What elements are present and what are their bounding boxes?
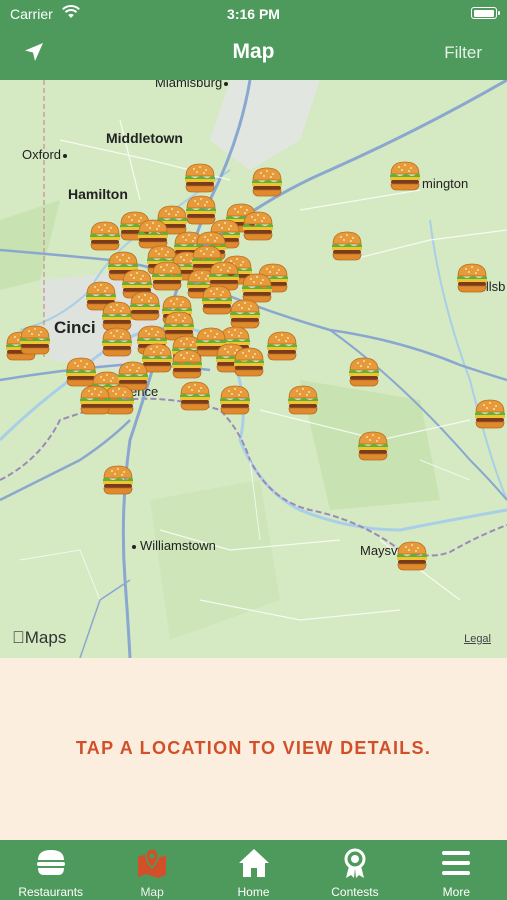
apple-logo-icon:  (12, 628, 25, 647)
tab-map[interactable]: Map (101, 840, 202, 900)
restaurant-marker[interactable] (232, 346, 266, 378)
town-label: Cinci (54, 318, 96, 337)
town-label: Williamstown (130, 538, 216, 553)
restaurant-marker[interactable] (241, 210, 275, 242)
restaurant-marker[interactable] (356, 430, 390, 462)
legal-link[interactable]: Legal (464, 633, 491, 645)
tab-more[interactable]: More (406, 840, 507, 900)
restaurant-marker[interactable] (265, 330, 299, 362)
restaurant-marker[interactable] (218, 384, 252, 416)
town-label: Miamisburg (155, 80, 229, 90)
tab-label: Contests (331, 885, 379, 899)
award-ribbon-icon (344, 848, 366, 878)
map-view[interactable]: Miamisburg Middletown Oxford Hamilton mi… (0, 80, 507, 658)
restaurant-marker[interactable] (150, 260, 184, 292)
restaurant-marker[interactable] (250, 166, 284, 198)
restaurant-marker[interactable] (178, 380, 212, 412)
burger-icon (36, 850, 65, 875)
tab-contests[interactable]: Contests (304, 840, 405, 900)
menu-icon (442, 851, 471, 875)
restaurant-marker[interactable] (128, 290, 162, 322)
details-panel: TAP A LOCATION TO VIEW DETAILS. (0, 658, 507, 840)
tab-label: Restaurants (18, 885, 84, 899)
restaurant-marker[interactable] (170, 348, 204, 380)
nav-bar: Map Filter (0, 28, 507, 80)
restaurant-marker[interactable] (388, 160, 422, 192)
home-icon (238, 849, 269, 877)
restaurant-marker[interactable] (78, 384, 112, 416)
tab-home[interactable]: Home (203, 840, 304, 900)
town-label: Maysv (360, 543, 398, 558)
tab-label: More (442, 885, 470, 899)
tab-bar: Restaurants Map Home Contests More (0, 840, 507, 900)
tab-restaurants[interactable]: Restaurants (0, 840, 101, 900)
maps-attribution: Maps (12, 628, 66, 647)
page-title: Map (232, 40, 275, 63)
restaurant-marker[interactable] (286, 384, 320, 416)
town-label: Hamilton (68, 186, 128, 202)
battery-icon (471, 7, 500, 19)
restaurant-marker[interactable] (101, 464, 135, 496)
restaurant-marker[interactable] (455, 262, 489, 294)
town-label: mington (422, 176, 469, 191)
status-bar: Carrier 3:16 PM (0, 0, 507, 28)
restaurant-marker[interactable] (330, 230, 364, 262)
restaurant-marker[interactable] (473, 398, 507, 430)
filter-button[interactable]: Filter (444, 43, 482, 63)
restaurant-marker[interactable] (347, 356, 381, 388)
restaurant-marker[interactable] (18, 324, 52, 356)
details-hint: TAP A LOCATION TO VIEW DETAILS. (75, 738, 432, 758)
tab-label: Map (140, 885, 164, 899)
restaurant-marker[interactable] (100, 326, 134, 358)
tab-label: Home (237, 885, 270, 899)
town-label: Middletown (106, 130, 183, 146)
status-time: 3:16 PM (227, 6, 280, 22)
restaurant-marker[interactable] (395, 540, 429, 572)
map-pin-icon (138, 848, 167, 878)
battery-level (473, 9, 494, 17)
restaurant-marker[interactable] (88, 220, 122, 252)
restaurant-marker[interactable] (183, 162, 217, 194)
town-label: Oxford (22, 147, 68, 162)
